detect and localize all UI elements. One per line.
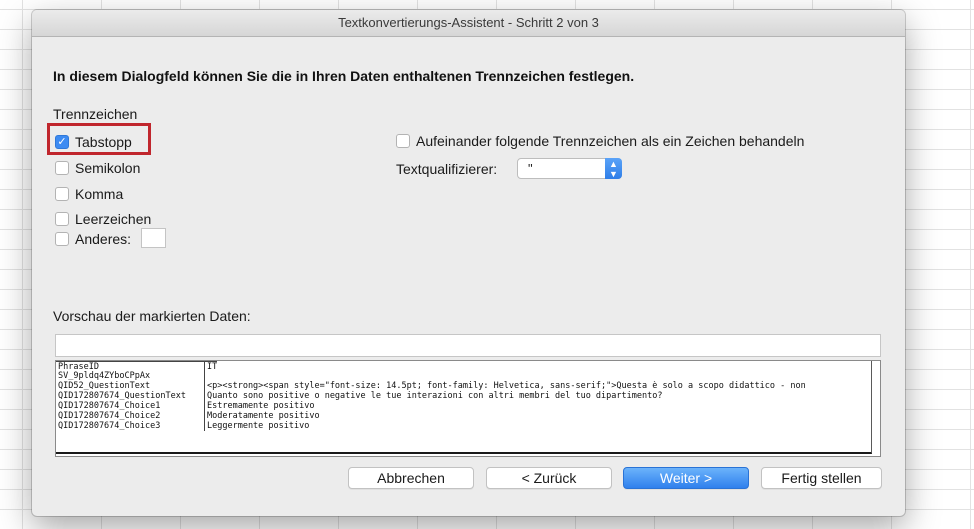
up-down-chevron-icon[interactable]: ▲ ▼ (605, 158, 622, 179)
checkbox-anderes[interactable]: Anderes: (55, 229, 131, 249)
checkbox-label: Komma (75, 186, 124, 202)
back-button[interactable]: < Zurück (486, 467, 612, 489)
preview-cell: PhraseID (56, 361, 205, 371)
finish-button[interactable]: Fertig stellen (761, 467, 882, 489)
checkbox-box[interactable] (55, 232, 69, 246)
preview-table[interactable]: PhraseID IT SV_9pldq4ZYboCPpAx QID52_Que… (55, 360, 881, 457)
checkbox-consecutive-delimiters[interactable]: Aufeinander folgende Trennzeichen als ei… (396, 131, 804, 151)
checkbox-label: Leerzeichen (75, 211, 152, 227)
preview-label: Vorschau der markierten Daten: (53, 308, 251, 324)
checkbox-box[interactable] (396, 134, 410, 148)
text-import-wizard-dialog: Textkonvertierungs-Assistent - Schritt 2… (32, 10, 905, 516)
preview-row: QID172807674_QuestionText Quanto sono po… (56, 391, 871, 401)
preview-cell: Moderatamente positivo (207, 411, 320, 421)
delimiters-group-label: Trennzeichen (53, 106, 138, 122)
preview-cell: SV_9pldq4ZYboCPpAx (56, 371, 205, 381)
checkbox-komma[interactable]: Komma (55, 184, 123, 204)
dialog-heading: In diesem Dialogfeld können Sie die in I… (53, 68, 635, 84)
text-qualifier-select[interactable]: " ▲ ▼ (517, 158, 622, 179)
text-qualifier-label: Textqualifizierer: (396, 161, 498, 177)
preview-header-field (55, 334, 881, 357)
preview-cell: QID52_QuestionText (56, 381, 205, 391)
preview-cell: <p><strong><span style="font-size: 14.5p… (207, 381, 806, 391)
preview-row: PhraseID IT (56, 361, 871, 371)
cancel-button[interactable]: Abbrechen (348, 467, 474, 489)
preview-row: SV_9pldq4ZYboCPpAx (56, 371, 871, 381)
checkbox-box[interactable] (55, 212, 69, 226)
preview-cell: Leggermente positivo (207, 421, 310, 431)
checkbox-label: Anderes: (75, 231, 132, 247)
checkbox-box[interactable] (55, 161, 69, 175)
preview-row: QID172807674_Choice3 Leggermente positiv… (56, 421, 871, 431)
checkbox-label: Semikolon (75, 160, 141, 176)
checkbox-leerzeichen[interactable]: Leerzeichen (55, 209, 151, 229)
preview-row: QID52_QuestionText <p><strong><span styl… (56, 381, 871, 391)
preview-cell: Quanto sono positive o negative le tue i… (207, 391, 663, 401)
preview-cell: QID172807674_QuestionText (56, 391, 205, 401)
other-delimiter-input[interactable] (141, 228, 166, 248)
checkbox-label: Aufeinander folgende Trennzeichen als ei… (416, 133, 805, 149)
preview-cell: IT (205, 361, 218, 371)
preview-cell: Estremamente positivo (207, 401, 315, 411)
preview-content: PhraseID IT SV_9pldq4ZYboCPpAx QID52_Que… (56, 361, 872, 454)
preview-row: QID172807674_Choice2 Moderatamente posit… (56, 411, 871, 421)
annotation-highlight-box (47, 123, 151, 155)
preview-row: QID172807674_Choice1 Estremamente positi… (56, 401, 871, 411)
preview-cell: QID172807674_Choice2 (56, 411, 205, 421)
preview-cell (205, 371, 207, 381)
preview-cell: QID172807674_Choice3 (56, 421, 205, 431)
checkbox-semikolon[interactable]: Semikolon (55, 158, 140, 178)
next-button[interactable]: Weiter > (623, 467, 749, 489)
text-qualifier-value: " (528, 161, 533, 176)
checkbox-box[interactable] (55, 187, 69, 201)
preview-cell: QID172807674_Choice1 (56, 401, 205, 411)
dialog-title: Textkonvertierungs-Assistent - Schritt 2… (32, 10, 905, 37)
